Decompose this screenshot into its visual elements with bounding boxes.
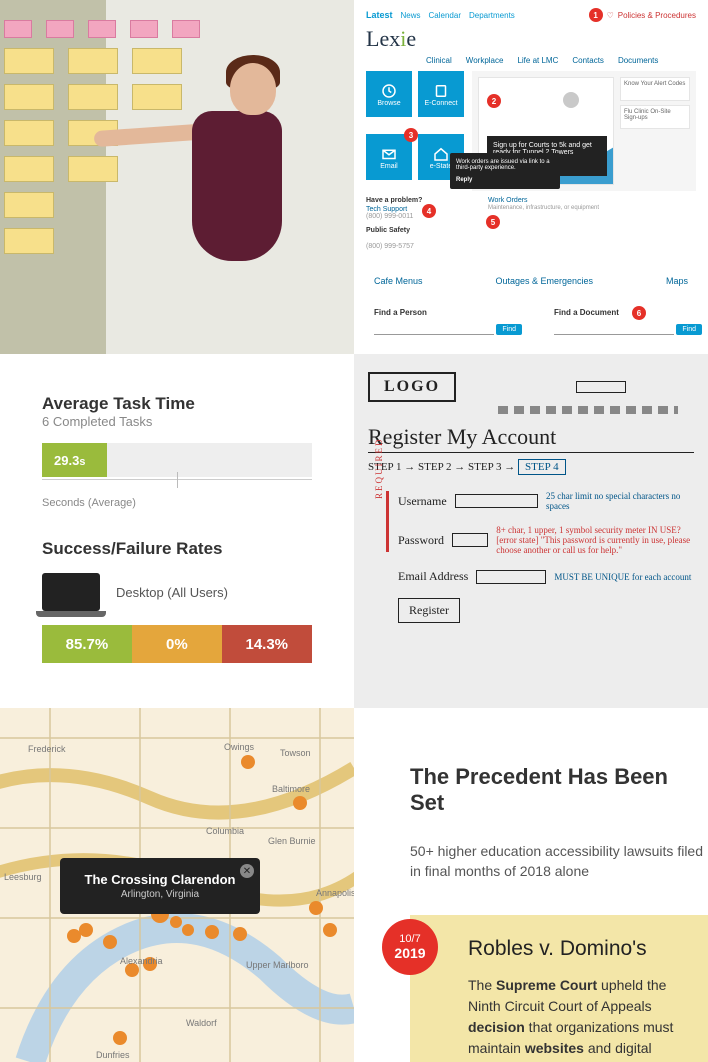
annotation-badge: 6 [632,306,646,320]
lexie-intranet: Latest News Calendar Departments 1 ♡ Pol… [354,0,708,354]
top-utility-nav: Latest News Calendar Departments 1 ♡ Pol… [366,8,696,22]
find-person: Find a Person Find [374,308,494,335]
sketch-register-button: Register [398,598,460,623]
metrics-panel: Average Task Time 6 Completed Tasks 29.3… [0,354,354,708]
find-button[interactable]: Find [496,324,522,335]
tile-email[interactable]: 3Email [366,134,412,180]
tile-browse[interactable]: Browse [366,71,412,117]
precedent-heading: The Precedent Has Been Set [410,764,708,816]
svg-text:Waldorf: Waldorf [186,1018,217,1028]
case-title: Robles v. Domino's [468,937,686,961]
svg-text:Towson: Towson [280,748,311,758]
wireframe-sketch: LOGO Register My Account STEP 1 → STEP 2… [354,354,708,708]
svg-text:Leesburg: Leesburg [4,872,42,882]
toplink[interactable]: Departments [469,11,515,20]
nav-item[interactable]: Clinical [426,56,452,65]
tile-econnect[interactable]: E-Connect [418,71,464,117]
svg-text:Annapolis: Annapolis [316,888,354,898]
sketch-field-email: Email Address MUST BE UNIQUE for each ac… [398,569,694,584]
popup-subtitle: Arlington, Virginia [78,889,242,900]
svg-text:Columbia: Columbia [206,826,244,836]
sketch-title: Register My Account [368,424,694,453]
avg-task-time-heading: Average Task Time [42,394,312,414]
svg-text:Owings: Owings [224,742,255,752]
quick-link[interactable]: Outages & Emergencies [495,276,593,286]
success-failure-bar: 85.7% 0% 14.3% [42,625,312,663]
sticky-note-photo [0,0,354,354]
close-icon[interactable]: ✕ [240,864,254,878]
axis-label: Seconds (Average) [42,497,312,509]
annotation-badge: 3 [404,128,418,142]
annotation-badge: 5 [486,215,500,229]
toplink[interactable]: News [401,11,421,20]
nav-item[interactable]: Contacts [572,56,604,65]
sketch-search [576,381,626,393]
toplink[interactable]: Calendar [429,11,461,20]
svg-text:Upper Marlboro: Upper Marlboro [246,960,309,970]
quick-link[interactable]: Maps [666,276,688,286]
find-document-input[interactable] [554,321,674,335]
primary-nav: Clinical Workplace Life at LMC Contacts … [426,56,696,65]
case-card: 10/72019 Robles v. Domino's The Supreme … [410,915,708,1062]
popup-title: The Crossing Clarendon [85,872,236,887]
task-count: 6 Completed Tasks [42,414,312,429]
date-badge: 10/72019 [382,919,438,975]
toplink[interactable]: Latest [366,10,393,20]
laptop-icon [42,573,100,611]
precedent-panel: The Precedent Has Been Set 50+ higher ed… [354,708,708,1062]
success-failure-heading: Success/Failure Rates [42,539,312,559]
problem-block: Have a problem? Tech Support 4 (800) 999… [366,197,474,250]
svg-text:Frederick: Frederick [28,744,66,754]
nav-item[interactable]: Workplace [466,56,504,65]
find-button[interactable]: Find [676,324,702,335]
tech-support-link[interactable]: Tech Support [366,206,407,213]
side-card[interactable]: Flu Clinic On-Site Sign-ups [620,105,690,129]
svg-text:Alexandria: Alexandria [120,956,163,966]
quick-link[interactable]: Cafe Menus [374,276,423,286]
sketch-field-username: Username 25 char limit no special charac… [398,491,694,511]
policies-link[interactable]: Policies & Procedures [618,11,696,20]
device-label: Desktop (All Users) [116,585,228,600]
map-popup: ✕ The Crossing Clarendon Arlington, Virg… [60,858,260,914]
svg-text:Glen Burnie: Glen Burnie [268,836,316,846]
sketch-steps: STEP 1 → STEP 2 → STEP 3 → STEP 4 [368,461,694,473]
annotation-badge: 4 [422,204,436,218]
find-person-input[interactable] [374,321,494,335]
nav-item[interactable]: Life at LMC [517,56,558,65]
case-body: The Supreme Court upheld the Ninth Circu… [468,975,686,1062]
work-orders-link[interactable]: Work Orders [488,197,528,204]
svg-text:Baltimore: Baltimore [272,784,310,794]
find-document: Find a Document 6 Find [554,308,674,335]
locations-map[interactable]: Frederick Owings Towson Baltimore Columbia G… [0,708,354,1062]
svg-text:Dunfries: Dunfries [96,1050,130,1060]
lexie-logo: Lexie [366,26,696,52]
tooltip-reply[interactable]: Reply [456,177,472,183]
tooltip: Work orders are issued via link to a thi… [450,153,560,189]
side-card[interactable]: Know Your Alert Codes [620,77,690,101]
annotation-badge: 2 [487,94,501,108]
required-label: REQUIRED [374,438,384,500]
annotation-badge: 1 [589,8,603,22]
sketch-field-password: Password 8+ char, 1 upper, 1 symbol secu… [398,525,694,555]
precedent-lead: 50+ higher education accessibility lawsu… [410,842,708,881]
sketch-logo: LOGO [368,372,456,402]
nav-item[interactable]: Documents [618,56,658,65]
